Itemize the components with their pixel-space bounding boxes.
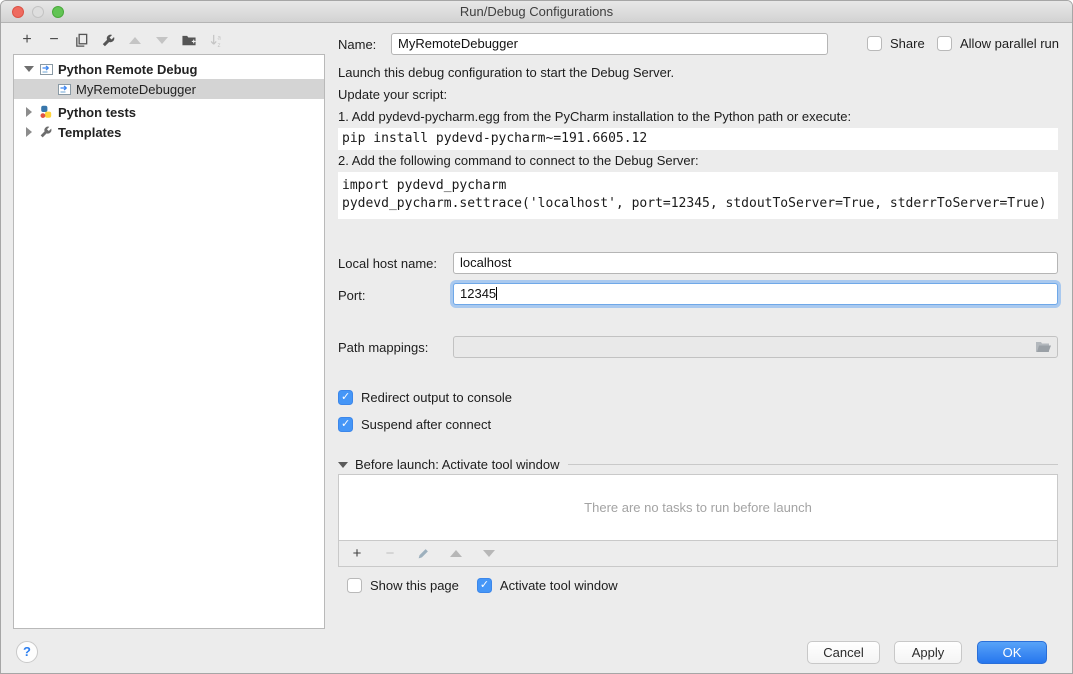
zoom-button[interactable] — [52, 6, 64, 18]
sort-alphabetically-icon: az — [208, 32, 224, 48]
allow-parallel-run-label: Allow parallel run — [960, 36, 1059, 51]
port-row: Port: 12345 — [338, 283, 1064, 309]
svg-text:z: z — [217, 42, 220, 48]
show-this-page-label: Show this page — [370, 578, 459, 593]
name-row: Name: MyRemoteDebugger Share Allow paral… — [338, 33, 1064, 57]
suspend-after-connect-row: Suspend after connect — [338, 417, 491, 432]
edit-templates-wrench-icon[interactable] — [100, 32, 116, 48]
port-label: Port: — [338, 288, 365, 303]
chevron-down-icon[interactable] — [338, 462, 348, 468]
path-mappings-row: Path mappings: — [338, 336, 1064, 360]
move-task-up-icon — [448, 546, 464, 562]
tree-item-label: Python tests — [58, 105, 136, 120]
cancel-button[interactable]: Cancel — [807, 641, 880, 664]
remove-configuration-button[interactable]: − — [46, 32, 62, 48]
chevron-right-icon[interactable] — [22, 107, 36, 117]
remote-debug-config-icon — [38, 61, 54, 77]
name-label: Name: — [338, 37, 376, 52]
before-launch-title: Before launch: Activate tool window — [355, 457, 560, 472]
text-caret — [496, 287, 497, 300]
path-mappings-input[interactable] — [453, 336, 1058, 358]
activate-tool-window-label: Activate tool window — [500, 578, 618, 593]
move-up-icon — [127, 32, 143, 48]
before-launch-task-list[interactable]: There are no tasks to run before launch — [338, 474, 1058, 541]
run-debug-configurations-dialog: Run/Debug Configurations + − az Python R… — [0, 0, 1073, 674]
svg-text:a: a — [217, 34, 221, 41]
apply-button[interactable]: Apply — [894, 641, 962, 664]
copy-configuration-icon[interactable] — [73, 32, 89, 48]
pip-install-command[interactable]: pip install pydevd-pycharm~=191.6605.12 — [338, 128, 1058, 150]
chevron-down-icon[interactable] — [22, 66, 36, 72]
show-this-page-row: Show this page — [347, 578, 459, 593]
allow-parallel-checkbox-row: Allow parallel run — [937, 36, 1059, 51]
move-task-down-icon — [481, 546, 497, 562]
configurations-toolbar: + − az — [19, 31, 224, 49]
tree-item-label: MyRemoteDebugger — [76, 82, 196, 97]
add-configuration-button[interactable]: + — [19, 32, 35, 48]
redirect-output-row: Redirect output to console — [338, 390, 512, 405]
new-folder-icon[interactable] — [181, 32, 197, 48]
share-label: Share — [890, 36, 925, 51]
python-tests-icon — [38, 104, 54, 120]
minimize-button — [32, 6, 44, 18]
ok-button[interactable]: OK — [977, 641, 1047, 664]
local-host-label: Local host name: — [338, 256, 437, 271]
path-mappings-label: Path mappings: — [338, 340, 428, 355]
update-script-text: Update your script: — [338, 87, 447, 102]
redirect-output-checkbox[interactable] — [338, 390, 353, 405]
tree-item-templates[interactable]: Templates — [14, 122, 324, 142]
configurations-tree: Python Remote Debug MyRemoteDebugger Pyt… — [13, 54, 325, 629]
suspend-after-connect-checkbox[interactable] — [338, 417, 353, 432]
remove-task-button: − — [382, 546, 398, 562]
chevron-right-icon[interactable] — [22, 127, 36, 137]
edit-task-pencil-icon — [415, 546, 431, 562]
local-host-input[interactable]: localhost — [453, 252, 1058, 274]
before-launch-header[interactable]: Before launch: Activate tool window — [338, 457, 1058, 472]
code-line-settrace: pydevd_pycharm.settrace('localhost', por… — [342, 195, 1054, 213]
tree-item-label: Templates — [58, 125, 121, 140]
tree-item-python-remote-debug[interactable]: Python Remote Debug — [14, 59, 324, 79]
activate-tool-window-checkbox[interactable] — [477, 578, 492, 593]
before-launch-toolbar: + − — [338, 541, 1058, 567]
add-task-button[interactable]: + — [349, 546, 365, 562]
configuration-editor: Name: MyRemoteDebugger Share Allow paral… — [338, 1, 1064, 674]
remote-debug-config-icon — [56, 81, 72, 97]
suspend-after-connect-label: Suspend after connect — [361, 417, 491, 432]
settrace-code-block[interactable]: import pydevd_pycharm pydevd_pycharm.set… — [338, 172, 1058, 219]
close-button[interactable] — [12, 6, 24, 18]
port-input[interactable]: 12345 — [453, 283, 1058, 305]
activate-tool-window-row: Activate tool window — [477, 578, 618, 593]
show-this-page-checkbox[interactable] — [347, 578, 362, 593]
redirect-output-label: Redirect output to console — [361, 390, 512, 405]
step2-text: 2. Add the following command to connect … — [338, 153, 699, 168]
wrench-icon — [38, 124, 54, 140]
local-host-row: Local host name: localhost — [338, 252, 1064, 276]
empty-tasks-text: There are no tasks to run before launch — [584, 500, 812, 515]
help-button[interactable]: ? — [16, 641, 38, 663]
intro-text: Launch this debug configuration to start… — [338, 65, 674, 80]
share-checkbox[interactable] — [867, 36, 882, 51]
share-checkbox-row: Share — [867, 36, 925, 51]
tree-item-label: Python Remote Debug — [58, 62, 197, 77]
move-down-icon — [154, 32, 170, 48]
page-options-row: Show this page Activate tool window — [347, 578, 618, 593]
tree-item-python-tests[interactable]: Python tests — [14, 102, 324, 122]
open-folder-icon[interactable] — [1035, 340, 1052, 357]
step1-text: 1. Add pydevd-pycharm.egg from the PyCha… — [338, 109, 851, 124]
tree-item-myremotedebugger[interactable]: MyRemoteDebugger — [14, 79, 324, 99]
code-line-import: import pydevd_pycharm — [342, 177, 1054, 195]
section-divider — [568, 464, 1058, 465]
allow-parallel-run-checkbox[interactable] — [937, 36, 952, 51]
name-input[interactable]: MyRemoteDebugger — [391, 33, 828, 55]
